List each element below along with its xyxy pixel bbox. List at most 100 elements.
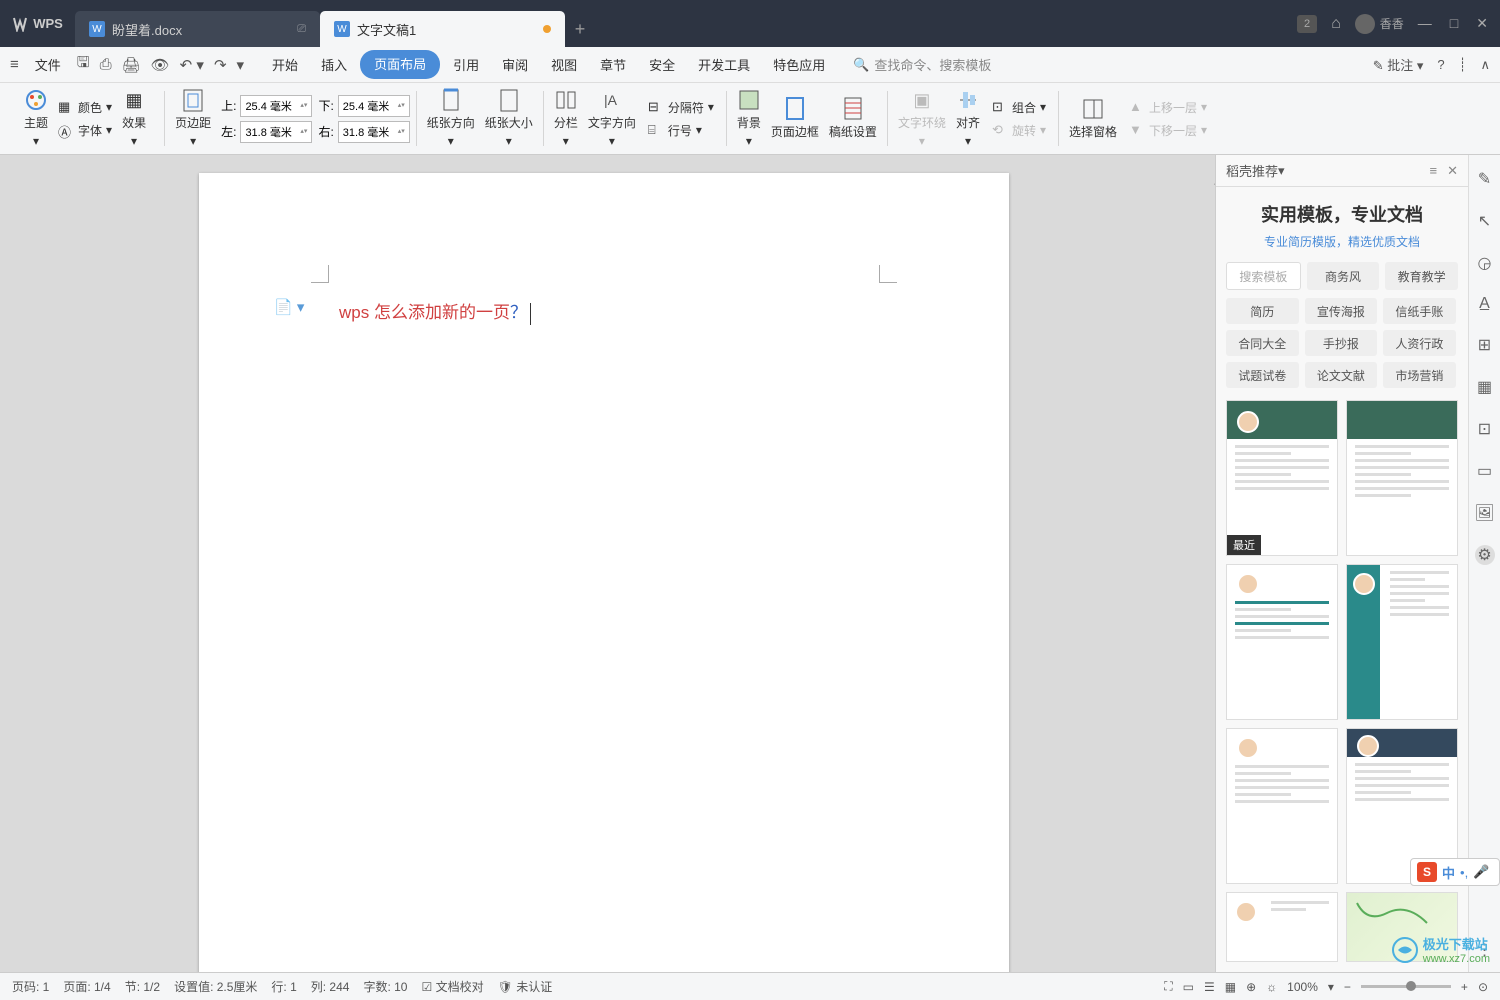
- save-icon[interactable]: 🖫: [77, 52, 90, 77]
- status-column[interactable]: 列: 244: [311, 978, 350, 995]
- menu-icon[interactable]: ≡: [10, 56, 19, 73]
- menu-start[interactable]: 开始: [262, 50, 308, 79]
- link-icon[interactable]: ⊡: [1478, 419, 1491, 439]
- document-area[interactable]: 📄 ▾ wps 怎么添加新的一页？ ◂ ∧ ▸: [0, 155, 1247, 972]
- file-menu[interactable]: 文件: [29, 50, 67, 79]
- settings-icon[interactable]: ⚙: [1475, 545, 1495, 565]
- tab-monitor-icon[interactable]: ⎚: [297, 23, 306, 36]
- status-pages[interactable]: 页面: 1/4: [63, 978, 110, 995]
- tag-letter[interactable]: 信纸手账: [1383, 298, 1456, 324]
- panel-close-icon[interactable]: ✕: [1447, 163, 1458, 179]
- status-auth[interactable]: 🛡 未认证: [498, 978, 553, 995]
- color-button[interactable]: ▦颜色▾: [58, 99, 112, 116]
- status-pagenum[interactable]: 页码: 1: [12, 978, 49, 995]
- image-icon[interactable]: 🖼: [1474, 503, 1494, 523]
- view-outline-icon[interactable]: ☰: [1204, 980, 1215, 994]
- status-chars[interactable]: 字数: 10: [363, 978, 407, 995]
- new-tab-button[interactable]: +: [565, 11, 595, 47]
- textdir-button[interactable]: |A 文字方向▾: [584, 87, 640, 150]
- redo-icon[interactable]: ↷: [214, 56, 227, 74]
- table-icon[interactable]: ⊞: [1478, 335, 1491, 355]
- mic-icon[interactable]: 🎤: [1473, 864, 1489, 880]
- view-page-icon[interactable]: ▭: [1183, 980, 1194, 994]
- view-read-icon[interactable]: ⊕: [1246, 980, 1256, 994]
- tag-copy[interactable]: 手抄报: [1305, 330, 1378, 356]
- align-button[interactable]: 对齐▾: [952, 87, 984, 150]
- shape-icon[interactable]: ◶: [1478, 253, 1492, 273]
- zoom-level[interactable]: 100%: [1287, 980, 1318, 994]
- zoom-in-icon[interactable]: +: [1461, 980, 1468, 994]
- text-icon[interactable]: A̲: [1479, 295, 1490, 313]
- collapse-ribbon-icon[interactable]: ∧: [1480, 57, 1490, 73]
- cursor-icon[interactable]: ↖: [1478, 211, 1491, 231]
- page-icon[interactable]: ▭: [1477, 461, 1492, 481]
- tag-exam[interactable]: 试题试卷: [1226, 362, 1299, 388]
- template-item[interactable]: 最近: [1226, 400, 1338, 556]
- panel-tab-business[interactable]: 商务风: [1307, 262, 1380, 290]
- status-position[interactable]: 设置值: 2.5厘米: [174, 978, 257, 995]
- page[interactable]: 📄 ▾ wps 怎么添加新的一页？: [199, 173, 1009, 972]
- margin-right-input[interactable]: 31.8 毫米▴▾: [338, 121, 410, 143]
- columns-button[interactable]: 分栏▾: [550, 87, 582, 150]
- command-search[interactable]: 🔍 查找命令、搜索模板: [853, 55, 991, 74]
- linenum-button[interactable]: ⌸行号▾: [648, 122, 714, 139]
- margin-top-input[interactable]: 25.4 毫米▴▾: [240, 95, 312, 117]
- menu-features[interactable]: 特色应用: [763, 50, 835, 79]
- margin-bottom-input[interactable]: 25.4 毫米▴▾: [338, 95, 410, 117]
- print-preview-icon[interactable]: ⎙: [100, 56, 112, 73]
- user-badge[interactable]: 香香: [1355, 14, 1404, 34]
- menu-devtools[interactable]: 开发工具: [688, 50, 760, 79]
- zoom-slider[interactable]: [1361, 985, 1451, 988]
- notification-badge[interactable]: 2: [1297, 15, 1317, 33]
- effect-button[interactable]: ▦ 效果▾: [118, 87, 150, 150]
- apps-icon[interactable]: ⌂: [1331, 15, 1341, 33]
- selection-pane-button[interactable]: 选择窗格: [1065, 96, 1121, 142]
- template-item[interactable]: [1346, 400, 1458, 556]
- close-button[interactable]: ✕: [1476, 15, 1488, 32]
- print-icon[interactable]: 🖨: [122, 56, 141, 74]
- template-item[interactable]: [1226, 728, 1338, 884]
- background-button[interactable]: 背景▾: [733, 87, 765, 150]
- status-section[interactable]: 节: 1/2: [125, 978, 160, 995]
- template-item[interactable]: [1226, 564, 1338, 720]
- menu-sections[interactable]: 章节: [590, 50, 636, 79]
- view-web-icon[interactable]: ▦: [1225, 980, 1236, 994]
- group-button[interactable]: ⊡组合▾: [992, 99, 1046, 116]
- orientation-button[interactable]: 纸张方向▾: [423, 87, 479, 150]
- tab-document-1[interactable]: W 盼望着.docx ⎚: [75, 11, 320, 47]
- border-button[interactable]: 页面边框: [767, 96, 823, 142]
- ime-indicator[interactable]: S 中 •, 🎤: [1410, 858, 1500, 886]
- menu-view[interactable]: 视图: [541, 50, 587, 79]
- help-icon[interactable]: ?: [1437, 57, 1444, 72]
- chart-icon[interactable]: ▦: [1477, 377, 1492, 397]
- template-item[interactable]: [1346, 564, 1458, 720]
- zoom-fit-icon[interactable]: ⊙: [1478, 980, 1488, 994]
- tag-marketing[interactable]: 市场营销: [1383, 362, 1456, 388]
- document-content[interactable]: wps 怎么添加新的一页？: [339, 298, 531, 325]
- panel-tab-education[interactable]: 教育教学: [1385, 262, 1458, 290]
- panel-menu-icon[interactable]: ≡: [1430, 163, 1438, 179]
- template-search[interactable]: 搜索模板: [1226, 262, 1301, 290]
- minimize-button[interactable]: —: [1418, 15, 1432, 32]
- edit-icon[interactable]: ✎: [1478, 169, 1491, 189]
- fullscreen-icon[interactable]: ⛶: [1164, 979, 1172, 994]
- theme-button[interactable]: 主题▾: [20, 87, 52, 150]
- annotate-button[interactable]: ✎ 批注 ▾: [1373, 55, 1424, 74]
- tag-paper[interactable]: 论文文献: [1305, 362, 1378, 388]
- menu-references[interactable]: 引用: [443, 50, 489, 79]
- tag-poster[interactable]: 宣传海报: [1305, 298, 1378, 324]
- paragraph-marker[interactable]: 📄 ▾: [274, 298, 304, 316]
- tag-resume[interactable]: 简历: [1226, 298, 1299, 324]
- manuscript-button[interactable]: 稿纸设置: [825, 96, 881, 142]
- zoom-out-icon[interactable]: −: [1344, 980, 1351, 994]
- breaks-button[interactable]: ⊟分隔符▾: [648, 99, 714, 116]
- font-button[interactable]: Ⓐ字体▾: [58, 122, 112, 139]
- menu-security[interactable]: 安全: [639, 50, 685, 79]
- preview-icon[interactable]: 👁: [151, 56, 170, 74]
- status-proof[interactable]: ☑ 文档校对: [422, 978, 484, 995]
- more-icon[interactable]: ▾: [237, 56, 245, 74]
- tab-document-2[interactable]: W 文字文稿1: [320, 11, 565, 47]
- status-line[interactable]: 行: 1: [271, 978, 296, 995]
- tag-hr[interactable]: 人资行政: [1383, 330, 1456, 356]
- maximize-button[interactable]: □: [1450, 15, 1458, 32]
